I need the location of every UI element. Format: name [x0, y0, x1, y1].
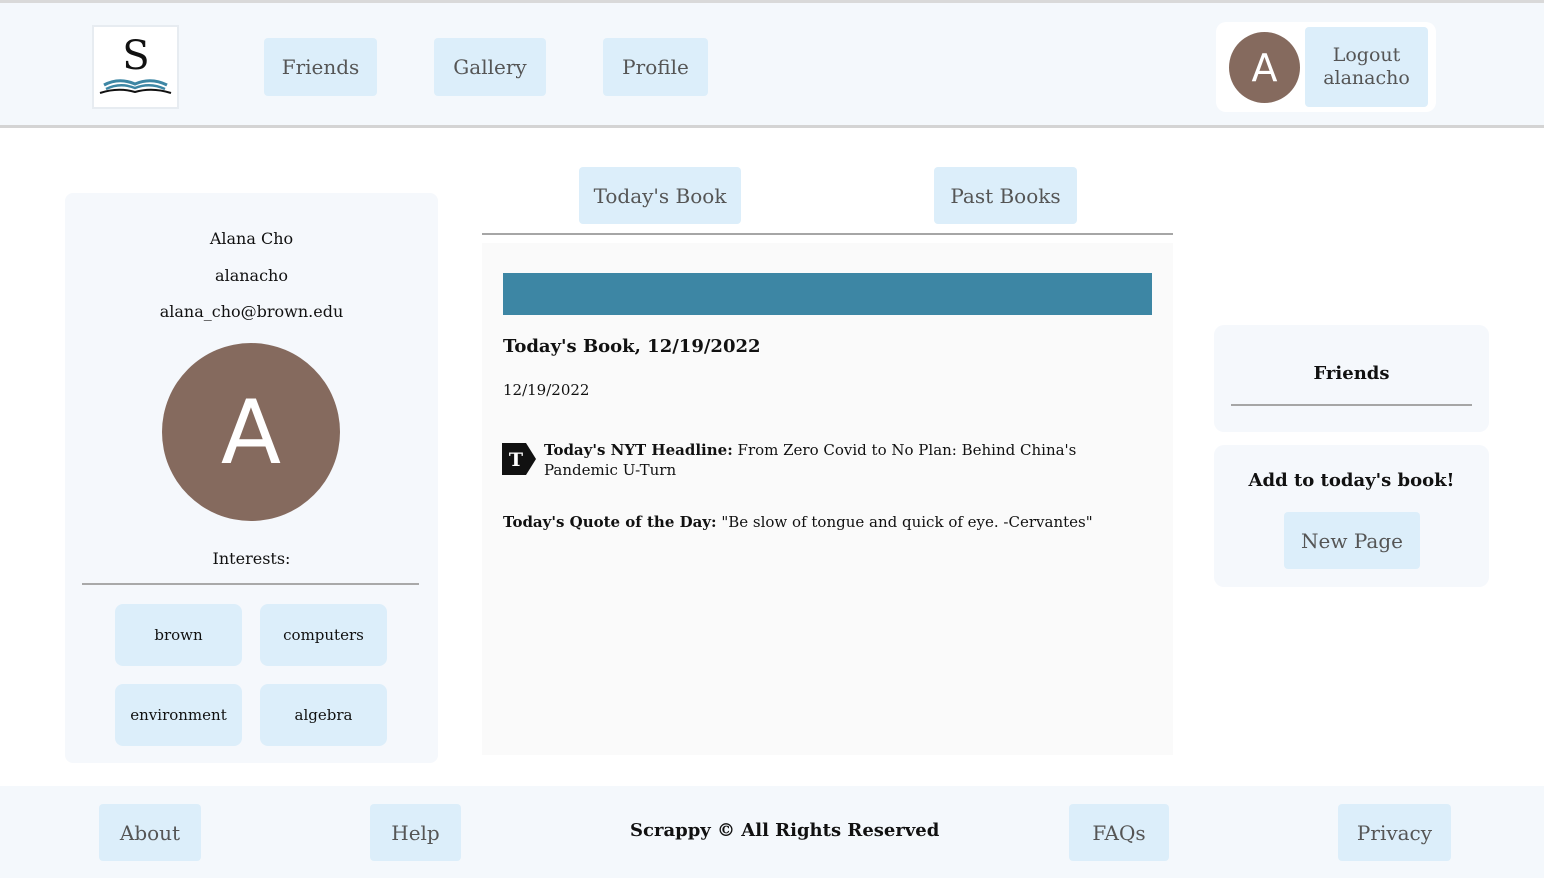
headline-label: Today's NYT Headline: — [544, 441, 733, 459]
book-logo-icon: S — [99, 33, 172, 94]
profile-email: alana_cho@brown.edu — [159, 302, 344, 321]
user-menu: A Logout alanacho — [1216, 22, 1436, 112]
add-page-heading: Add to today's book! — [1248, 470, 1455, 491]
interest-chip-environment[interactable]: environment — [115, 684, 242, 746]
profile-avatar: A — [162, 343, 340, 521]
nav-gallery-button[interactable]: Gallery — [434, 38, 546, 96]
profile-panel: Alana Cho alanacho alana_cho@brown.edu A… — [65, 193, 438, 763]
quote-label: Today's Quote of the Day: — [503, 513, 717, 531]
logout-username: alanacho — [1323, 67, 1410, 89]
nyt-headline: Today's NYT Headline: From Zero Covid to… — [544, 440, 1154, 480]
profile-name: Alana Cho — [209, 229, 294, 248]
book-date: 12/19/2022 — [503, 381, 590, 399]
footer: About Help Scrappy © All Rights Reserved… — [0, 786, 1544, 878]
footer-about-button[interactable]: About — [99, 804, 201, 861]
logo-letter: S — [122, 33, 149, 79]
interests-divider — [82, 583, 419, 585]
interests-heading: Interests: — [212, 549, 291, 568]
footer-help-button[interactable]: Help — [370, 804, 461, 861]
footer-privacy-button[interactable]: Privacy — [1338, 804, 1451, 861]
nav-profile-button[interactable]: Profile — [603, 38, 708, 96]
interest-chip-computers[interactable]: computers — [260, 604, 387, 666]
profile-username: alanacho — [215, 266, 288, 285]
friends-heading: Friends — [1313, 363, 1390, 384]
copyright-text: Scrappy © All Rights Reserved — [630, 820, 940, 841]
interest-chip-algebra[interactable]: algebra — [260, 684, 387, 746]
add-page-card: Add to today's book! New Page — [1214, 445, 1489, 587]
logout-label: Logout — [1332, 44, 1401, 66]
tab-todays-book[interactable]: Today's Book — [579, 167, 741, 224]
quote-of-the-day: Today's Quote of the Day: "Be slow of to… — [503, 513, 1093, 531]
new-page-button[interactable]: New Page — [1284, 512, 1420, 569]
interest-chip-brown[interactable]: brown — [115, 604, 242, 666]
header: S Friends Gallery Profile A Logout alana… — [0, 3, 1544, 128]
nav-friends-button[interactable]: Friends — [264, 38, 377, 96]
book-title: Today's Book, 12/19/2022 — [503, 336, 761, 357]
logout-button[interactable]: Logout alanacho — [1305, 27, 1428, 107]
tabs-divider — [482, 233, 1173, 235]
footer-faqs-button[interactable]: FAQs — [1069, 804, 1169, 861]
book-panel: Today's Book, 12/19/2022 12/19/2022 T To… — [482, 243, 1173, 755]
tab-past-books[interactable]: Past Books — [934, 167, 1077, 224]
friends-card: Friends — [1214, 325, 1489, 432]
scrappy-logo[interactable]: S — [92, 25, 179, 109]
quote-text: "Be slow of tongue and quick of eye. -Ce… — [721, 513, 1093, 531]
book-header-bar — [503, 273, 1152, 315]
svg-text:T: T — [509, 449, 523, 471]
nyt-logo-icon: T — [502, 443, 536, 475]
friends-divider — [1231, 404, 1472, 406]
avatar[interactable]: A — [1229, 32, 1300, 103]
